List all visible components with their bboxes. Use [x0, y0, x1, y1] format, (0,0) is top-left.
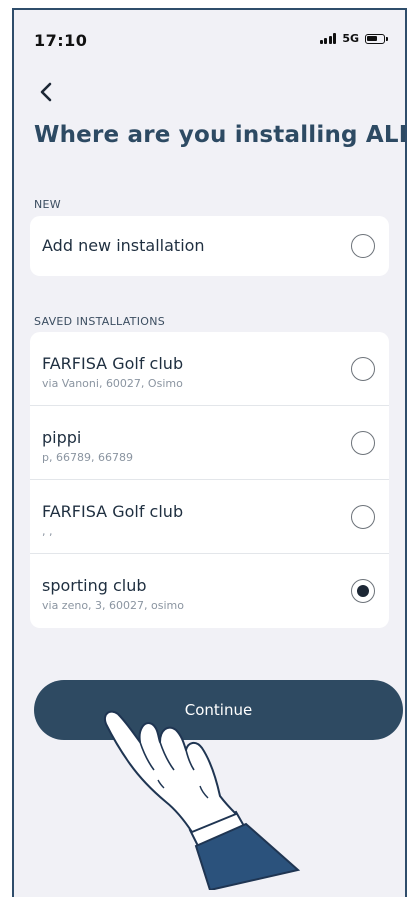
continue-button[interactable]: Continue: [34, 680, 403, 740]
section-label-new: NEW: [34, 198, 61, 211]
saved-installations-card: FARFISA Golf club via Vanoni, 60027, Osi…: [30, 332, 389, 628]
installation-address: p, 66789, 66789: [42, 451, 133, 464]
signal-icon: [319, 33, 337, 44]
installation-name: FARFISA Golf club: [42, 354, 184, 373]
installation-option[interactable]: FARFISA Golf club via Vanoni, 60027, Osi…: [30, 332, 389, 406]
new-installation-card: Add new installation: [30, 216, 389, 276]
installation-address: , ,: [42, 525, 53, 538]
installation-address: via Vanoni, 60027, Osimo: [42, 377, 183, 390]
chevron-left-icon: [40, 82, 52, 102]
radio-button[interactable]: [351, 234, 375, 258]
installation-name: sporting club: [42, 576, 147, 595]
installation-option[interactable]: FARFISA Golf club , ,: [30, 480, 389, 554]
radio-button[interactable]: [351, 431, 375, 455]
status-bar: 17:10 5G: [14, 10, 405, 66]
battery-icon: [365, 33, 388, 44]
status-time: 17:10: [34, 31, 88, 50]
installation-name: FARFISA Golf club: [42, 502, 184, 521]
phone-screen: 17:10 5G Where are you installing ALBA? …: [12, 8, 407, 897]
back-button[interactable]: [28, 74, 64, 110]
radio-button[interactable]: [351, 357, 375, 381]
network-type: 5G: [342, 32, 359, 45]
radio-button[interactable]: [351, 505, 375, 529]
radio-button-selected[interactable]: [351, 579, 375, 603]
installation-option[interactable]: sporting club via zeno, 3, 60027, osimo: [30, 554, 389, 628]
status-indicators: 5G: [319, 32, 388, 45]
page-title: Where are you installing ALBA?: [34, 122, 407, 148]
option-title: Add new installation: [42, 236, 205, 255]
installation-address: via zeno, 3, 60027, osimo: [42, 599, 184, 612]
section-label-saved: SAVED INSTALLATIONS: [34, 315, 166, 328]
installation-name: pippi: [42, 428, 82, 447]
add-new-installation-option[interactable]: Add new installation: [30, 216, 389, 276]
installation-option[interactable]: pippi p, 66789, 66789: [30, 406, 389, 480]
